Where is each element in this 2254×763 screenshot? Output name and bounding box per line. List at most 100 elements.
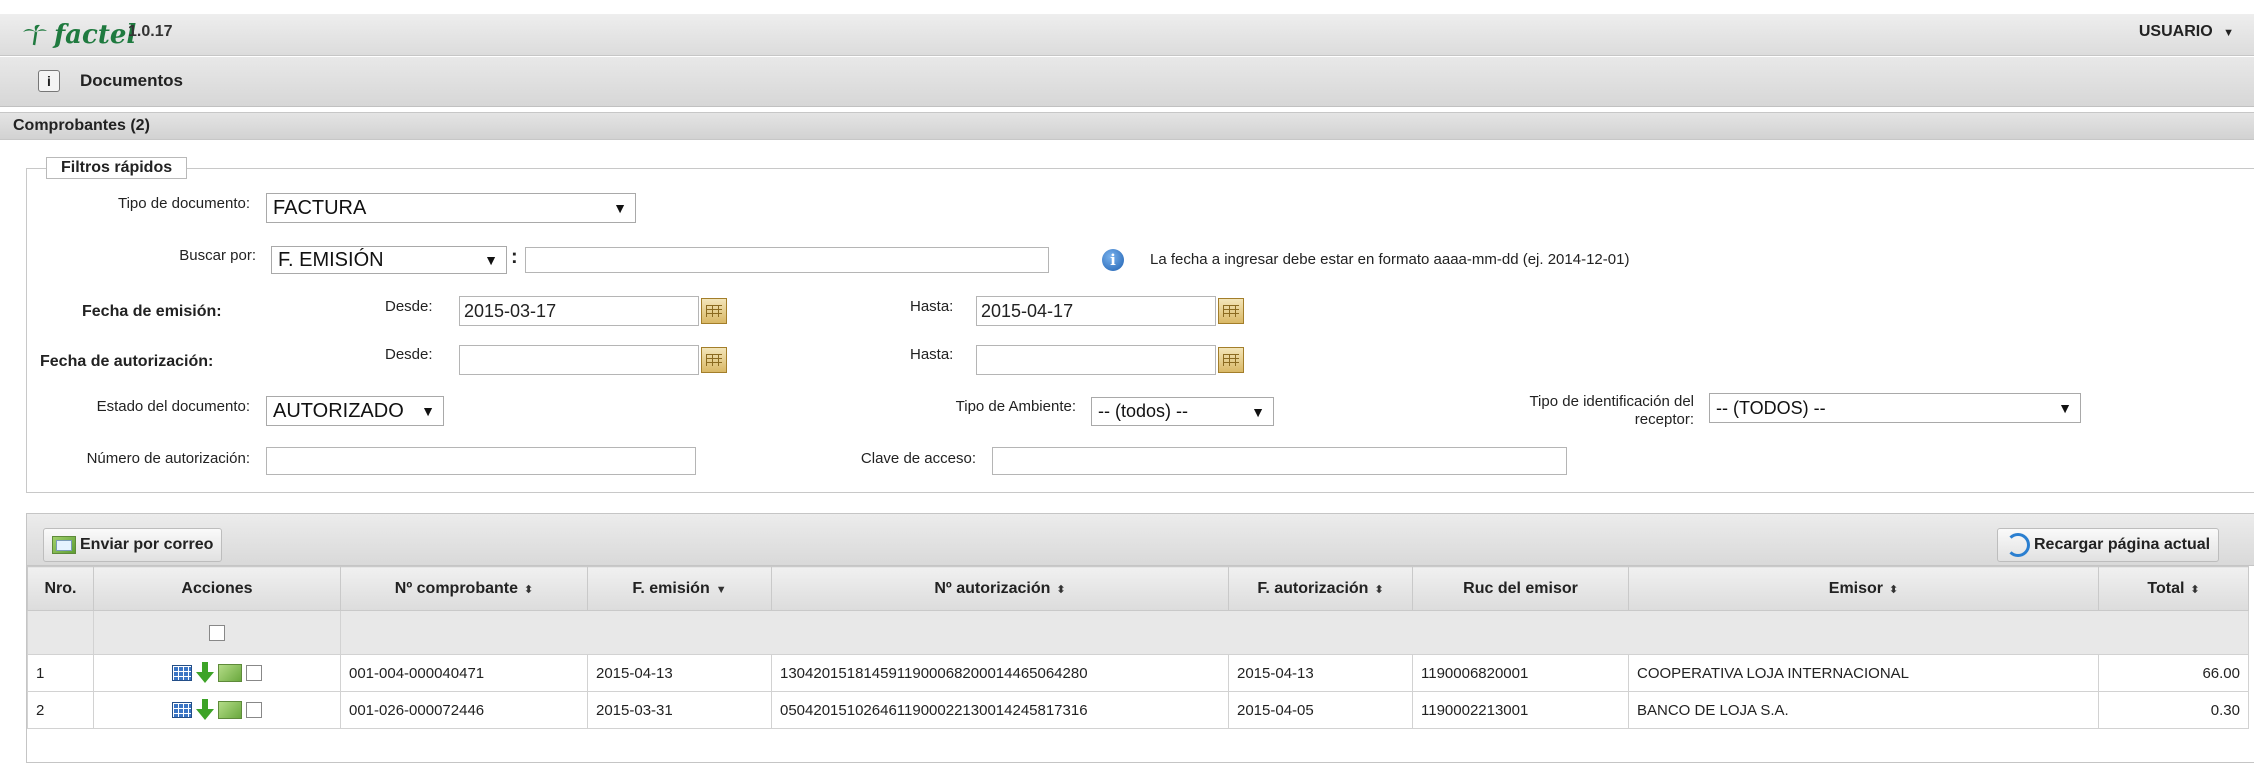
section-header	[0, 112, 2254, 140]
total-amount: 0.30	[2098, 691, 2249, 729]
emission-date-label: Fecha de emisión:	[82, 303, 222, 320]
col-header-label: Acciones	[181, 579, 253, 597]
issuer-ruc: 1190006820001	[1412, 654, 1629, 692]
col-header-label: Total	[2147, 579, 2185, 597]
filter-cell	[93, 610, 341, 655]
doc-type-label: Tipo de documento:	[117, 195, 250, 212]
col-header-authorization-date[interactable]: F. autorización ⬍	[1228, 566, 1413, 611]
view-grid-icon[interactable]	[172, 665, 192, 681]
row-actions	[93, 654, 341, 692]
receiver-id-label: Tipo de identificación del receptor:	[1470, 393, 1694, 429]
row-checkbox[interactable]	[246, 665, 262, 681]
col-header-receipt-number[interactable]: Nº comprobante ⬍	[340, 566, 588, 611]
section-title: Comprobantes (2)	[13, 117, 150, 134]
app-logo[interactable]: factel	[22, 20, 136, 50]
top-bar	[0, 14, 2254, 56]
row-number: 1	[27, 654, 94, 692]
issuer-name: BANCO DE LOJA S.A.	[1628, 691, 2099, 729]
issuer-name: COOPERATIVA LOJA INTERNACIONAL	[1628, 654, 2099, 692]
col-header-label: F. autorización	[1257, 579, 1369, 597]
user-menu[interactable]: USUARIO ▼	[2139, 23, 2234, 41]
send-email-button[interactable]: Enviar por correo	[43, 528, 223, 562]
status-value: AUTORIZADO	[273, 399, 404, 422]
col-header-nro: Nro.	[27, 566, 94, 611]
authorization-to-label: Hasta:	[910, 346, 954, 363]
reload-page-button[interactable]: Recargar página actual	[1997, 528, 2220, 562]
authorization-date-label: Fecha de autorización:	[40, 353, 214, 370]
receiver-id-value: -- (TODOS) --	[1716, 397, 1826, 418]
col-header-issuer[interactable]: Emisor ⬍	[1628, 566, 2099, 611]
documents-icon[interactable]: i	[38, 70, 60, 92]
receipt-number: 001-026-000072446	[340, 691, 588, 729]
emission-to-input[interactable]: 2015-04-17	[976, 296, 1216, 326]
select-all-checkbox[interactable]	[209, 625, 225, 642]
col-header-total[interactable]: Total ⬍	[2098, 566, 2249, 611]
filter-cell	[340, 610, 2249, 655]
col-header-label: Nº comprobante	[394, 579, 518, 597]
access-key-label: Clave de acceso:	[860, 450, 976, 467]
search-by-label: Buscar por:	[179, 247, 256, 264]
chevron-down-icon: ▼	[2058, 400, 2072, 416]
sort-icon: ⬍	[1889, 583, 1899, 596]
row-number: 2	[27, 691, 94, 729]
calendar-icon[interactable]	[701, 298, 727, 324]
chevron-down-icon: ▼	[1251, 403, 1265, 420]
authorization-from-input[interactable]	[459, 345, 699, 375]
documents-bar	[0, 57, 2254, 107]
search-colon: :	[511, 246, 518, 268]
sort-icon: ⬍	[1374, 583, 1384, 596]
search-by-select[interactable]: F. EMISIÓN ▼	[271, 246, 507, 274]
authorization-date: 2015-04-05	[1228, 691, 1413, 729]
environment-value: -- (todos) --	[1098, 401, 1188, 421]
emission-from-label: Desde:	[385, 298, 433, 315]
calendar-icon[interactable]	[701, 347, 727, 373]
grid-toolbar	[27, 514, 2254, 566]
table-row[interactable]: 2 001-026-000072446 2015-03-31 050420151…	[27, 691, 2249, 729]
results-table: Nro. Acciones Nº comprobante ⬍ F. emisión…	[27, 566, 2249, 729]
receiver-id-select[interactable]: -- (TODOS) -- ▼	[1709, 393, 2081, 423]
download-arrow-icon[interactable]	[196, 699, 214, 721]
email-icon[interactable]	[218, 664, 242, 682]
environment-label: Tipo de Ambiente:	[955, 398, 1076, 415]
chevron-down-icon: ▼	[2223, 27, 2234, 39]
table-row[interactable]: 1 001-004-000040471 2015-04-13 130420151…	[27, 654, 2249, 692]
col-header-authorization-number[interactable]: Nº autorización ⬍	[771, 566, 1229, 611]
chevron-down-icon: ▼	[613, 200, 627, 216]
access-key-input[interactable]	[992, 447, 1567, 475]
row-checkbox[interactable]	[246, 702, 262, 718]
emission-from-input[interactable]: 2015-03-17	[459, 296, 699, 326]
email-icon[interactable]	[218, 701, 242, 719]
calendar-icon[interactable]	[1218, 347, 1244, 373]
doc-type-select[interactable]: FACTURA ▼	[266, 193, 636, 223]
auth-number-input[interactable]	[266, 447, 696, 475]
calendar-icon[interactable]	[1218, 298, 1244, 324]
environment-select[interactable]: -- (todos) -- ▼	[1091, 397, 1274, 426]
chevron-down-icon: ▼	[421, 403, 435, 419]
receiver-id-label-line1: Tipo de identificación del	[1529, 393, 1694, 410]
info-icon: i	[1102, 249, 1124, 271]
emission-date: 2015-04-13	[587, 654, 772, 692]
documents-menu[interactable]: Documentos	[80, 71, 183, 91]
sort-icon: ⬍	[1056, 583, 1066, 596]
issuer-ruc: 1190002213001	[1412, 691, 1629, 729]
doc-type-value: FACTURA	[273, 196, 367, 219]
col-header-issuer-ruc: Ruc del emisor	[1412, 566, 1629, 611]
col-header-label: F. emisión	[632, 579, 710, 597]
row-actions	[93, 691, 341, 729]
palm-tree-icon	[23, 24, 47, 46]
sort-icon: ⬍	[523, 583, 534, 596]
reload-page-label: Recargar página actual	[2034, 536, 2211, 553]
app-name: factel	[54, 20, 137, 50]
status-select[interactable]: AUTORIZADO ▼	[266, 396, 444, 426]
filter-cell	[27, 610, 94, 655]
authorization-date: 2015-04-13	[1228, 654, 1413, 692]
download-arrow-icon[interactable]	[196, 662, 214, 684]
authorization-number: 0504201510264611900022130014245817316	[771, 691, 1229, 729]
reload-icon	[2006, 533, 2030, 557]
sort-desc-icon: ▼	[715, 583, 727, 596]
col-header-label: Nº autorización	[934, 579, 1051, 597]
search-input[interactable]	[525, 247, 1049, 273]
authorization-to-input[interactable]	[976, 345, 1216, 375]
col-header-emission-date[interactable]: F. emisión ▼	[587, 566, 772, 611]
view-grid-icon[interactable]	[172, 702, 192, 718]
